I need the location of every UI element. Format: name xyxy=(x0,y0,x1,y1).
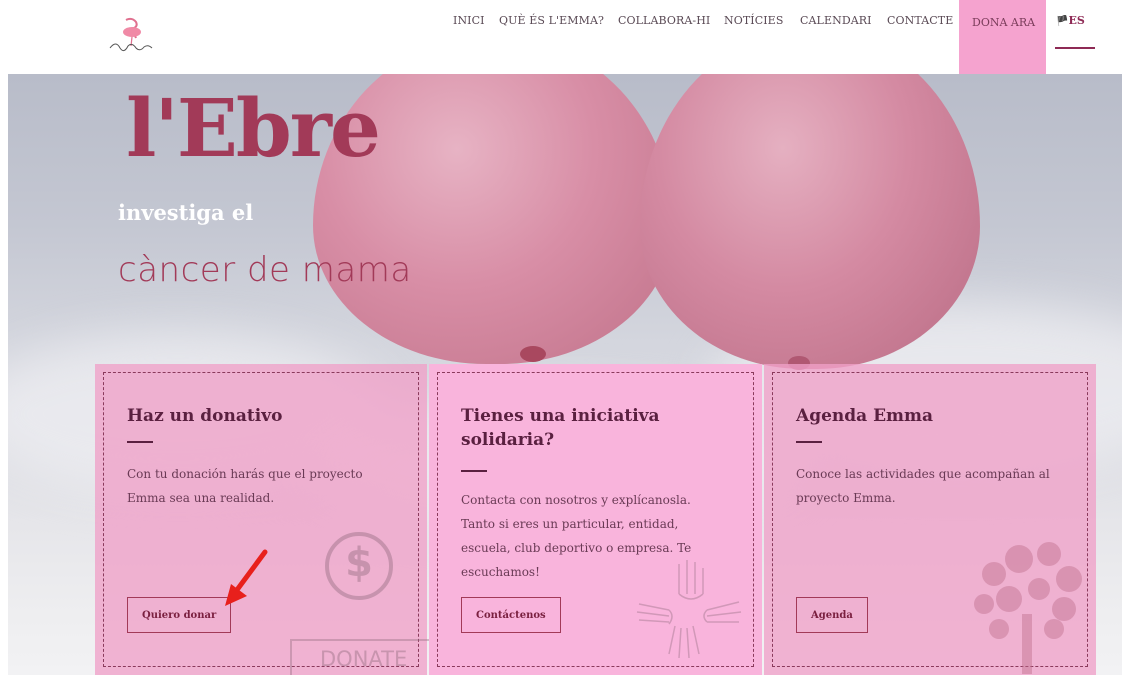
nav-item-inici[interactable]: INICI xyxy=(453,14,485,27)
balloon-knot xyxy=(520,346,546,362)
dona-ara-label: DONA ARA xyxy=(972,16,1036,29)
hero-section: l'Ebre investiga el càncer de mama $ DON… xyxy=(8,74,1122,675)
pink-balloon-right xyxy=(640,74,980,369)
agenda-button[interactable]: Agenda xyxy=(796,597,868,633)
main-nav: INICI QUÈ ÉS L'EMMA? COLLABORA-HI NOTÍCI… xyxy=(0,0,1130,74)
language-switch[interactable]: 🏴ES xyxy=(1056,14,1085,27)
hero-title: l'Ebre xyxy=(126,81,381,175)
nav-item-calendari[interactable]: CALENDARI xyxy=(800,14,872,27)
card-title-underline xyxy=(127,441,153,443)
card-title: Agenda Emma xyxy=(796,406,934,426)
card-text: Conoce las actividades que acompañan al … xyxy=(796,467,1050,505)
nav-item-collabora[interactable]: COLLABORA-HI xyxy=(618,14,710,27)
nav-item-que-es-emma[interactable]: QUÈ ÉS L'EMMA? xyxy=(499,14,604,27)
dollar-icon: $ xyxy=(325,532,393,600)
card-title: Haz un donativo xyxy=(127,406,283,426)
red-arrow-icon xyxy=(225,549,268,606)
card-text: Con tu donación harás que el proyecto Em… xyxy=(127,467,363,505)
quiero-donar-button[interactable]: Quiero donar xyxy=(127,597,232,633)
donate-badge: DONATE xyxy=(290,639,434,675)
card-title-underline xyxy=(796,441,822,443)
card-title-underline xyxy=(461,470,487,472)
contactenos-button[interactable]: Contáctenos xyxy=(461,597,561,633)
language-label: ES xyxy=(1068,14,1085,27)
card-title: Tienes una iniciativa solidaria? xyxy=(461,406,660,450)
nav-item-contacte[interactable]: CONTACTE xyxy=(887,14,953,27)
heart-tree-icon xyxy=(974,542,1082,674)
site-header: INICI QUÈ ÉS L'EMMA? COLLABORA-HI NOTÍCI… xyxy=(0,0,1130,74)
hero-subtitle: investiga el xyxy=(118,200,254,225)
initiative-card: Tienes una iniciativa solidaria? Contact… xyxy=(429,364,762,675)
nav-item-noticies[interactable]: NOTÍCIES xyxy=(724,14,783,27)
donation-card: $ DONATE Haz un donativo Con tu donación… xyxy=(95,364,434,675)
agenda-card: Agenda Emma Conoce las actividades que a… xyxy=(764,364,1096,675)
card-text: Contacta con nosotros y explícanosla. Ta… xyxy=(461,493,692,579)
language-underline xyxy=(1055,47,1095,49)
hero-subtitle-cancer: càncer de mama xyxy=(118,250,412,290)
dona-ara-button[interactable]: DONA ARA xyxy=(959,0,1046,74)
spain-flag-icon: 🏴 xyxy=(1056,16,1069,27)
